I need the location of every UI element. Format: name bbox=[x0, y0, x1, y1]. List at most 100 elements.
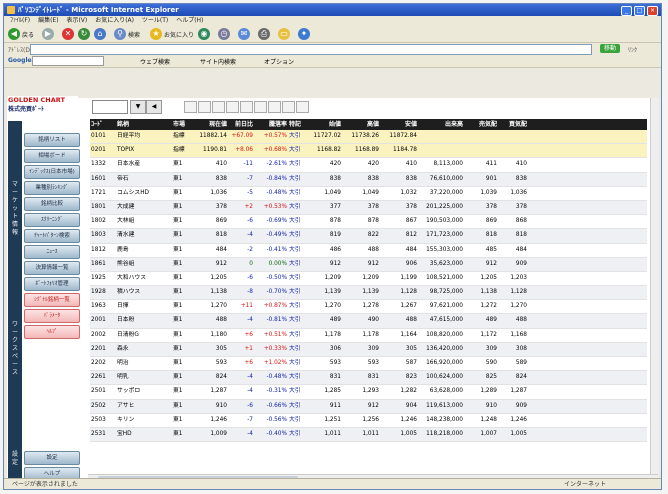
menu-edit[interactable]: 編集(E) bbox=[38, 16, 58, 26]
prev-button[interactable]: ◀ bbox=[146, 100, 162, 114]
maximize-button[interactable]: □ bbox=[634, 6, 645, 16]
web-search-button[interactable]: ウェブ検索 bbox=[140, 57, 170, 66]
google-search-input[interactable] bbox=[32, 56, 104, 66]
sidebar-button[interactable]: ﾍﾙﾌﾟ bbox=[24, 325, 80, 339]
options-button[interactable]: オプション bbox=[264, 57, 294, 66]
table-cell: 大引 bbox=[289, 147, 301, 154]
column-header[interactable]: 騰落率 bbox=[254, 119, 288, 130]
back-label[interactable]: 戻る bbox=[22, 30, 34, 39]
table-row[interactable]: 1963 日揮 東1 1,270 +11 +0.87% 大引 1,270 1,278 1,267 9… bbox=[90, 300, 647, 315]
column-header[interactable]: 出来高 bbox=[418, 119, 464, 130]
sidebar-button[interactable]: ﾊﾟﾗﾒｰﾀ bbox=[24, 309, 80, 323]
sidebar-button[interactable]: 銘柄比較 bbox=[24, 197, 80, 211]
table-row[interactable]: 0101 日経平均 指標 11882.14 +67.09 +0.57% 大引 11727.02… bbox=[90, 130, 647, 145]
column-header[interactable]: 安値 bbox=[380, 119, 418, 130]
menu-tools[interactable]: ツール(T) bbox=[142, 16, 168, 26]
table-row[interactable]: 2001 日本粉 東1 488 -4 -0.81% 大引 489 490 488 47,615,00… bbox=[90, 314, 647, 329]
sidebar-button[interactable]: ｼｸﾞﾅﾙ銘柄一覧 bbox=[24, 293, 80, 307]
home-icon[interactable]: ⌂ bbox=[94, 28, 106, 40]
code-input[interactable] bbox=[92, 100, 128, 114]
table-row[interactable]: 1861 熊谷組 東1 912 0 0.00% 大引 912 912 906 35,623,000 9… bbox=[90, 257, 647, 272]
table-row[interactable]: 0201 TOPIX 指標 1190.81 +8.06 +0.68% 大引 1168.82 11… bbox=[90, 144, 647, 159]
sidebar-button[interactable]: 相場ボード bbox=[24, 149, 80, 163]
column-header[interactable]: 銘柄 bbox=[116, 119, 172, 130]
favorites-label[interactable]: お気に入り bbox=[164, 30, 194, 39]
sidebar-button[interactable]: ｲﾝﾃﾞｯｸｽ(日本市場) bbox=[24, 165, 80, 179]
view-toggle-4[interactable] bbox=[226, 101, 239, 113]
dropdown-button[interactable]: ▼ bbox=[130, 100, 146, 114]
column-header[interactable]: 前日比 bbox=[228, 119, 254, 130]
table-row[interactable]: 1803 清水建 東1 818 -4 -0.49% 大引 819 822 812 171,723,0… bbox=[90, 229, 647, 244]
table-row[interactable]: 2201 森永 東1 305 +1 +0.33% 大引 306 309 305 136,420,00… bbox=[90, 342, 647, 357]
table-row[interactable]: 1721 コムシスHD 東1 1,036 -5 -0.48% 大引 1,049 1,049 1,0… bbox=[90, 187, 647, 201]
column-header[interactable]: 売気配 bbox=[464, 119, 498, 130]
table-row[interactable]: 1801 大成建 東1 378 +2 +0.53% 大引 377 378 378 201,225,0… bbox=[90, 200, 647, 216]
menu-favorites[interactable]: お気に入り(A) bbox=[95, 16, 134, 26]
forward-icon[interactable]: ▶ bbox=[42, 28, 54, 40]
site-search-button[interactable]: サイト内検索 bbox=[200, 57, 236, 66]
refresh-icon[interactable]: ↻ bbox=[78, 28, 90, 40]
column-header[interactable]: ｺｰﾄﾞ bbox=[90, 119, 116, 130]
table-row[interactable]: 2531 宝HD 東1 1,009 -4 -0.40% 大引 1,011 1,011 1,005 1… bbox=[90, 427, 647, 443]
table-cell: 大引 bbox=[289, 374, 301, 381]
minimize-button[interactable]: _ bbox=[621, 6, 632, 16]
address-input[interactable] bbox=[30, 44, 592, 55]
table-row[interactable]: 1812 鹿島 東1 484 -2 -0.41% 大引 486 488 484 155,303,00… bbox=[90, 244, 647, 258]
vertical-scrollbar[interactable] bbox=[650, 98, 659, 474]
column-header[interactable]: 特記 bbox=[288, 119, 306, 130]
table-cell: 1,270 bbox=[510, 303, 527, 310]
print-icon[interactable]: ⎙ bbox=[258, 28, 270, 40]
table-row[interactable]: 2502 アサヒ 東1 910 -6 -0.66% 大引 911 912 904 119,613,0… bbox=[90, 399, 647, 414]
sidebar-strip: マーケット情報 ワークスペース 設定 bbox=[8, 121, 22, 483]
table-row[interactable]: 2202 明治 東1 593 +6 +1.02% 大引 593 593 587 166,920,00… bbox=[90, 357, 647, 372]
search-label[interactable]: 検索 bbox=[128, 30, 140, 39]
column-header[interactable]: 始値 bbox=[306, 119, 342, 130]
sidebar-button[interactable]: 業種別ﾗﾝｷﾝｸﾞ bbox=[24, 181, 80, 195]
table-row[interactable]: 1802 大林組 東1 869 -6 -0.69% 大引 878 878 867 190,503,0… bbox=[90, 215, 647, 230]
table-row[interactable]: 2002 日清粉G 東1 1,180 +6 +0.51% 大引 1,178 1,178 1,164… bbox=[90, 329, 647, 343]
column-header[interactable]: 高値 bbox=[342, 119, 380, 130]
table-cell: -0.31% bbox=[266, 388, 287, 395]
links-label[interactable]: ﾘﾝｸ bbox=[628, 45, 637, 54]
view-toggle-1[interactable] bbox=[184, 101, 197, 113]
table-row[interactable]: 1925 大和ハウス 東1 1,205 -6 -0.50% 大引 1,209 1,209 1,19… bbox=[90, 272, 647, 287]
view-toggle-7[interactable] bbox=[268, 101, 281, 113]
table-row[interactable]: 2501 サッポロ 東1 1,287 -4 -0.31% 大引 1,285 1,293 1,282… bbox=[90, 385, 647, 400]
view-toggle-3[interactable] bbox=[212, 101, 225, 113]
menu-file[interactable]: ﾌｧｲﾙ(F) bbox=[10, 16, 30, 26]
sidebar-button[interactable]: ｽｸﾘｰﾆﾝｸﾞ bbox=[24, 213, 80, 227]
view-toggle-5[interactable] bbox=[240, 101, 253, 113]
view-toggle-9[interactable] bbox=[296, 101, 309, 113]
sidebar-button[interactable]: 決算情報一覧 bbox=[24, 261, 80, 275]
stop-icon[interactable]: ✕ bbox=[62, 28, 74, 40]
view-toggle-6[interactable] bbox=[254, 101, 267, 113]
sidebar-button[interactable]: ﾎﾟｰﾄﾌｫﾘｵ管理 bbox=[24, 277, 80, 291]
favorites-icon[interactable]: ★ bbox=[150, 28, 162, 40]
table-row[interactable]: 1928 積ハウス 東1 1,138 -8 -0.70% 大引 1,139 1,139 1,128… bbox=[90, 286, 647, 301]
sidebar-button[interactable]: 銘柄リスト bbox=[24, 133, 80, 147]
close-button[interactable]: × bbox=[647, 6, 658, 16]
sidebar-button[interactable]: ﾁｬｰﾄﾊﾟﾀｰﾝ検索 bbox=[24, 229, 80, 243]
media-icon[interactable]: ◉ bbox=[198, 28, 210, 40]
messenger-icon[interactable]: ✦ bbox=[298, 28, 310, 40]
mail-icon[interactable]: ✉ bbox=[238, 28, 250, 40]
sidebar-button[interactable]: 設定 bbox=[24, 451, 80, 465]
table-row[interactable]: 1332 日本水産 東1 410 -11 -2.61% 大引 420 420 410 8,113,0… bbox=[90, 158, 647, 173]
go-button[interactable]: 移動 bbox=[600, 44, 620, 53]
view-toggle-8[interactable] bbox=[282, 101, 295, 113]
table-cell: 912 bbox=[485, 260, 497, 267]
history-icon[interactable]: ◷ bbox=[218, 28, 230, 40]
column-header[interactable]: 買気配 bbox=[498, 119, 528, 130]
sidebar-button[interactable]: ﾆｭｰｽ bbox=[24, 245, 80, 259]
table-row[interactable]: 1601 帝石 東1 838 -7 -0.84% 大引 838 838 838 76,610,000… bbox=[90, 172, 647, 187]
search-icon[interactable]: ⚲ bbox=[114, 28, 126, 40]
back-icon[interactable]: ◀ bbox=[8, 28, 20, 40]
folder-icon[interactable]: ▭ bbox=[278, 28, 290, 40]
menu-help[interactable]: ヘルプ(H) bbox=[176, 16, 203, 26]
menu-view[interactable]: 表示(V) bbox=[66, 16, 87, 26]
table-row[interactable]: 2261 明乳 東1 824 -4 -0.48% 大引 831 831 823 100,624,00… bbox=[90, 371, 647, 386]
column-header[interactable]: 市場 bbox=[172, 119, 194, 130]
column-header[interactable]: 現在値 bbox=[194, 119, 228, 130]
table-row[interactable]: 2503 キリン 東1 1,246 -7 -0.56% 大引 1,251 1,256 1,246 1… bbox=[90, 414, 647, 428]
view-toggle-2[interactable] bbox=[198, 101, 211, 113]
